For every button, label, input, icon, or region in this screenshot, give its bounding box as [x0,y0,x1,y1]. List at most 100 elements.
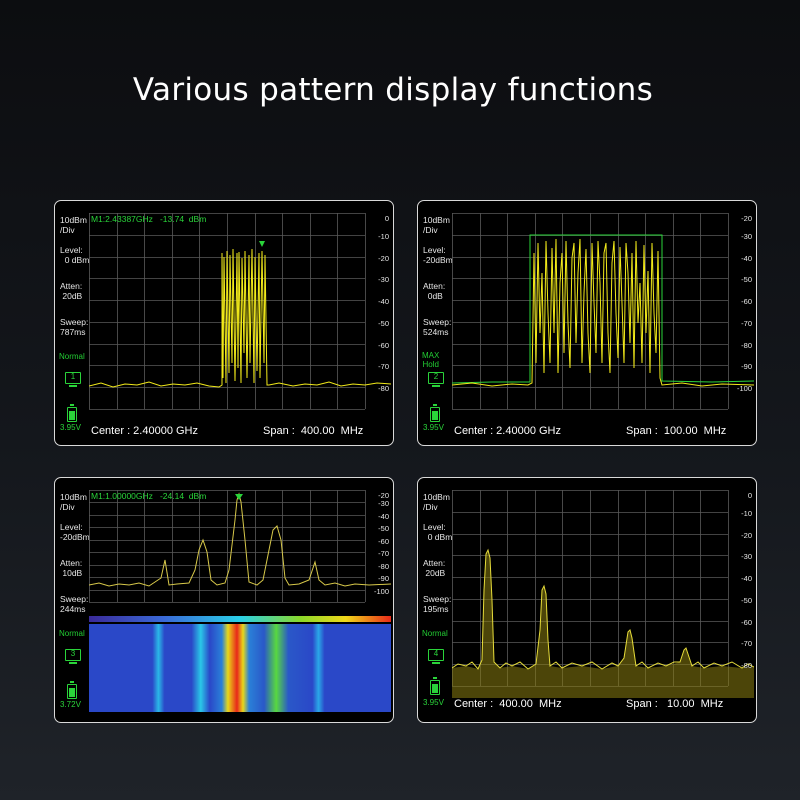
trace-mode-label: Normal [59,629,85,638]
color-scale-bar [89,616,391,622]
info-column: 10dBm /Div Level: -20dBm Atten: 10dB Swe… [55,478,90,722]
level-label: Level: 0 dBm [60,245,90,265]
plot-grid [89,213,366,410]
y-tick-label: -90 [378,574,389,583]
y-tick-label: -20 [741,214,752,223]
y-tick-label: -50 [378,524,389,533]
atten-label: Atten: 20dB [423,558,446,578]
y-tick-label: -40 [741,574,752,583]
sweep-label: Sweep: 244ms [60,594,89,614]
spectrum-plot: 0 -10 -20 -30 -40 -50 -60 -70 -80 [452,490,754,698]
scale-label: 10dBm /Div [423,492,450,512]
y-tick-label: -20 [741,531,752,540]
y-tick-label: -60 [378,537,389,546]
y-tick-label: -60 [741,618,752,627]
center-frequency: Center : 2.40000 GHz [91,425,199,437]
y-tick-label: -60 [741,297,752,306]
y-tick-label: 0 [748,491,752,500]
display-number: 1 [70,372,76,381]
y-tick-label: -90 [741,362,752,371]
plot-grid [452,213,729,410]
spectrum-trace [452,548,754,670]
scale-label: 10dBm /Div [423,215,450,235]
spectrum-panel-3: 10dBm /Div Level: -20dBm Atten: 10dB Swe… [54,477,394,723]
spectrum-panel-2: 10dBm /Div Level: -20dBm Atten: 0dB Swee… [417,200,757,446]
scale-label: 10dBm /Div [60,492,87,512]
display-number: 3 [70,649,76,658]
battery-icon [67,681,77,699]
y-tick-label: -80 [741,341,752,350]
level-label: Level: -20dBm [423,245,453,265]
y-tick-label: -40 [741,254,752,263]
level-label: Level: 0 dBm [423,522,453,542]
atten-label: Atten: 20dB [60,281,83,301]
display-number: 2 [433,372,439,381]
info-column: 10dBm /Div Level: 0 dBm Atten: 20dB Swee… [418,478,452,722]
atten-label: Atten: 10dB [60,558,83,578]
display-number: 4 [433,649,439,658]
y-tick-label: -20 [378,254,389,263]
spectrum-panel-1: 10dBm /Div Level: 0 dBm Atten: 20dB Swee… [54,200,394,446]
y-tick-label: -70 [741,319,752,328]
plot-grid [89,490,366,603]
y-tick-label: -60 [378,341,389,350]
sweep-label: Sweep: 787ms [60,317,89,337]
atten-label: Atten: 0dB [423,281,446,301]
display-mode-icon[interactable]: 4 [428,649,444,664]
y-tick-label: -30 [741,232,752,241]
y-tick-label: -50 [378,319,389,328]
trace-mode-label: Normal [59,352,85,361]
marker-triangle [259,241,265,247]
sweep-label: Sweep: 195ms [423,594,452,614]
display-mode-icon[interactable]: 2 [428,372,444,387]
y-tick-label: -70 [378,549,389,558]
spectrum-plot: 0 -10 -20 -30 -40 -50 -60 -70 -80 [89,213,391,410]
voltage-label: 3.95V [423,423,444,432]
info-column: 10dBm /Div Level: -20dBm Atten: 0dB Swee… [418,201,453,445]
y-tick-label: -100 [374,587,389,596]
spectrum-trace [89,492,391,587]
display-mode-icon[interactable]: 3 [65,649,81,664]
voltage-label: 3.72V [60,700,81,709]
center-frequency: Center : 400.00 MHz [454,698,562,710]
y-tick-label: -70 [378,362,389,371]
y-tick-label: -10 [378,232,389,241]
sweep-label: Sweep: 524ms [423,317,452,337]
y-axis-ticks: -20-30-40-50-60-70-80-90-100 [374,491,389,596]
y-tick-label: -80 [741,661,752,670]
voltage-label: 3.95V [60,423,81,432]
y-tick-label: -50 [741,596,752,605]
spectrum-trace [452,238,754,387]
voltage-label: 3.95V [423,698,444,707]
headline: Various pattern display functions [132,72,654,108]
scale-label: 10dBm /Div [60,215,87,235]
y-tick-label: -100 [737,384,752,393]
y-tick-label: -30 [741,552,752,561]
y-axis-ticks: 0 -10 -20 -30 -40 -50 -60 -70 -80 [378,214,389,393]
y-tick-label: -40 [378,512,389,521]
y-axis-ticks: 0 -10 -20 -30 -40 -50 -60 -70 -80 [741,491,752,670]
trace-mode-label: Normal [422,629,448,638]
span-value: Span : 100.00 MHz [626,425,727,437]
center-frequency: Center : 2.40000 GHz [454,425,562,437]
marker-readout: M1:1.00000GHz -24.14 dBm [91,491,207,501]
display-mode-icon[interactable]: 1 [65,372,81,387]
waterfall-display [89,624,391,712]
spectrum-fill [452,550,754,698]
y-tick-label: -80 [378,562,389,571]
spectrum-plot: -20-30-40-50-60-70-80-90-100 [89,490,391,712]
span-value: Span : 400.00 MHz [263,425,364,437]
span-value: Span : 10.00 MHz [626,698,724,710]
y-tick-label: -10 [741,509,752,518]
spectrum-plot: -20 -30 -40 -50 -60 -70 -80 -90 -100 [452,213,754,410]
y-tick-label: -70 [741,639,752,648]
marker-readout: M1:2.43387GHz -13.74 dBm [91,214,207,224]
marker-triangle [235,494,243,500]
y-tick-label: -50 [741,275,752,284]
battery-icon [430,677,440,695]
y-axis-ticks: -20 -30 -40 -50 -60 -70 -80 -90 -100 [737,214,752,393]
battery-icon [430,404,440,422]
trace-mode-label: MAX Hold [422,351,440,369]
y-tick-label: -30 [378,499,389,508]
y-tick-label: 0 [385,214,389,223]
